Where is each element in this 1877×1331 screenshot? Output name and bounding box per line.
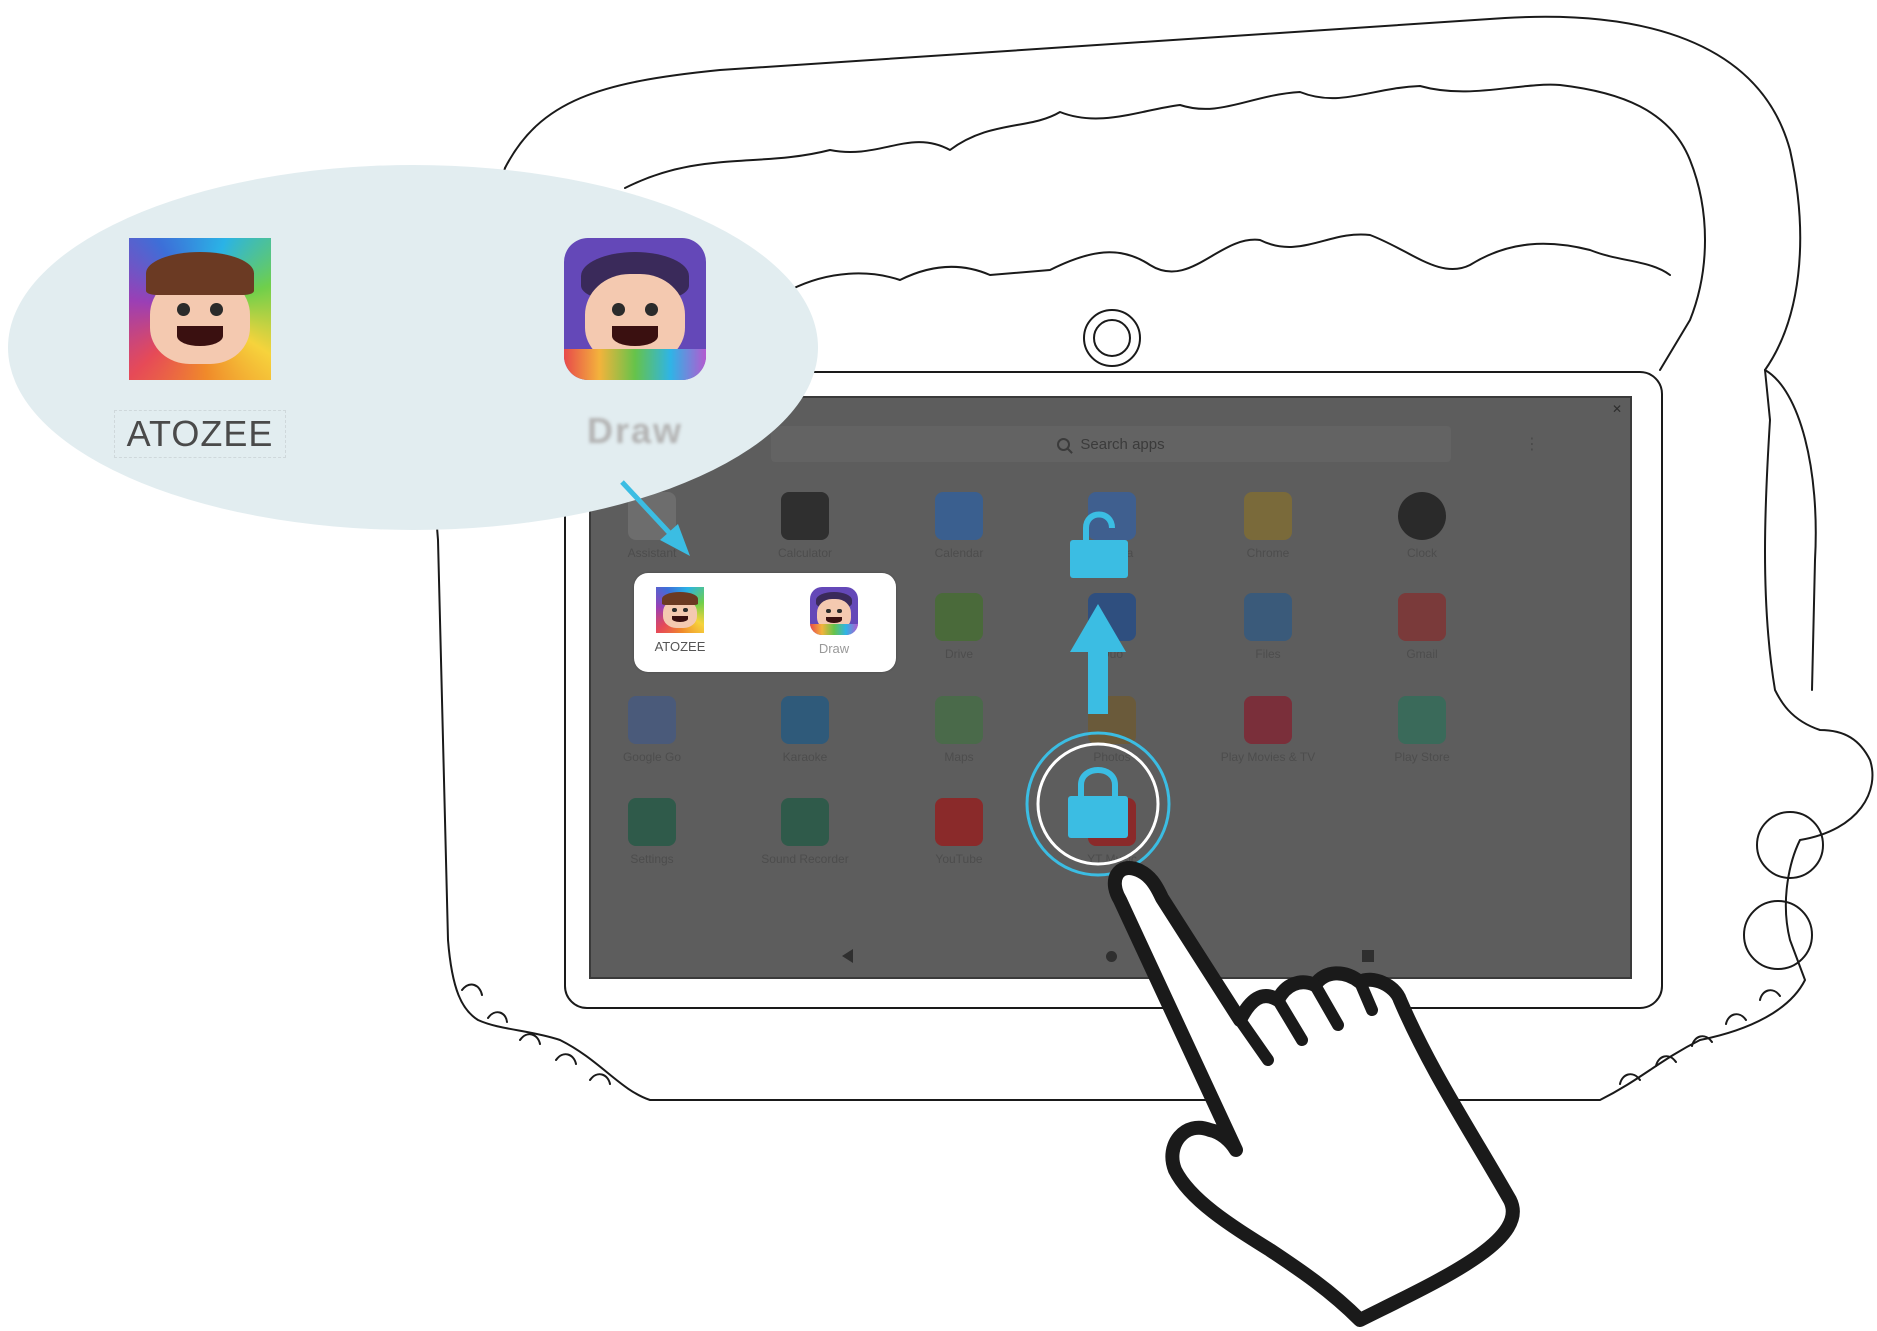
lock-closed-icon xyxy=(1025,731,1171,877)
pointing-hand-icon xyxy=(1107,861,1520,1327)
lock-open-icon xyxy=(1070,511,1128,578)
overlay-graphics xyxy=(620,480,1520,1327)
pointer-arrow xyxy=(620,480,690,556)
arrow-up-icon xyxy=(1070,604,1126,714)
